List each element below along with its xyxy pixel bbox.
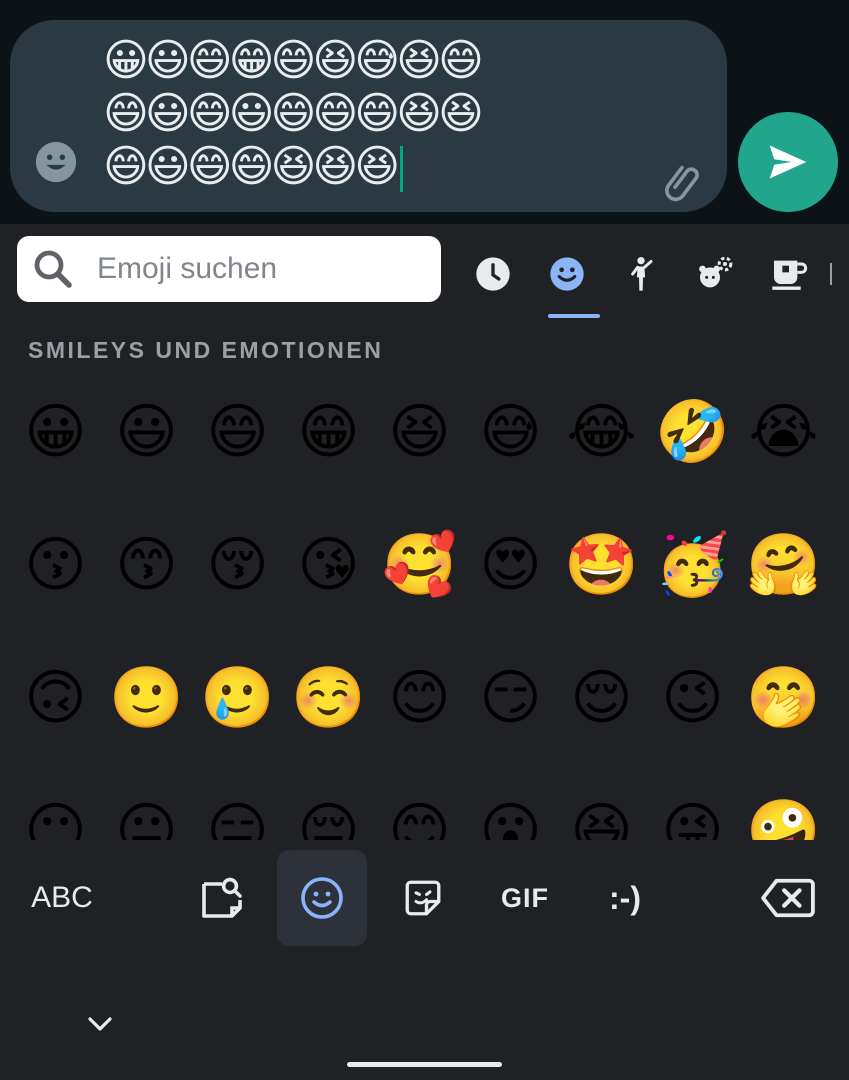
sticker-search-button[interactable] <box>190 850 254 946</box>
sticker-search-icon <box>202 877 242 918</box>
emoji-row: 😗 😙 😚 😘 🥰 😍 🤩 🥳 🤗 <box>10 517 840 650</box>
emoji-key[interactable]: 😜 <box>647 783 738 840</box>
emoji-key[interactable]: ☺️ <box>283 650 374 783</box>
emoji-key[interactable]: 😗 <box>10 517 101 650</box>
abc-keyboard-button[interactable]: ABC <box>22 850 102 946</box>
emoji-key[interactable]: 😭 <box>738 384 829 517</box>
text-caret <box>400 146 404 192</box>
emoji-key[interactable]: 🥰 <box>374 517 465 650</box>
section-title: SMILEYS UND EMOTIONEN <box>28 337 384 363</box>
emoji-category-tabs <box>456 234 832 318</box>
emoji-key[interactable]: 😊 <box>374 650 465 783</box>
tab-scroll-divider <box>830 263 832 285</box>
keyboard-toolbar: ABC GIF :-) <box>0 850 849 946</box>
emoji-key[interactable]: 😂 <box>556 384 647 517</box>
smiley-icon <box>35 141 77 183</box>
emoji-key[interactable]: 🙂 <box>101 650 192 783</box>
emoji-key[interactable]: 😚 <box>192 517 283 650</box>
emoji-keyboard-button[interactable] <box>277 850 367 946</box>
emoji-key[interactable]: 🙃 <box>10 650 101 783</box>
attach-button[interactable] <box>658 156 710 208</box>
emoji-key[interactable]: 😆 <box>374 384 465 517</box>
emoji-grid: 😀 😃 😄 😁 😆 😅 😂 🤣 😭 😗 😙 😚 😘 🥰 😍 🤩 🥳 🤗 🙃 🙂 <box>10 384 840 840</box>
emoji-key[interactable]: 😑 <box>192 783 283 840</box>
emoji-key[interactable]: 😌 <box>556 650 647 783</box>
emoji-key[interactable]: 🤭 <box>738 650 829 783</box>
tab-smileys[interactable] <box>530 237 604 318</box>
message-line: 😄😃😄😃😄😄😄😆😆 <box>103 88 484 139</box>
message-line: 😄😃😄😄😆😆😆 <box>103 141 400 192</box>
emoji-key[interactable]: 😮 <box>465 783 556 840</box>
emoji-row: 😀 😃 😄 😁 😆 😅 😂 🤣 😭 <box>10 384 840 517</box>
hide-keyboard-button[interactable] <box>80 1004 120 1044</box>
search-icon <box>34 250 72 288</box>
emoji-key[interactable]: 😙 <box>101 517 192 650</box>
emoji-search-box[interactable] <box>17 236 441 302</box>
emoji-key[interactable]: 😏 <box>465 650 556 783</box>
emoji-key[interactable]: 🤪 <box>738 783 829 840</box>
backspace-button[interactable] <box>756 850 820 946</box>
emoji-key[interactable]: 😍 <box>465 517 556 650</box>
emoji-row: 😶 😐 😑 😔 😊 😮 😆 😜 🤪 <box>10 783 840 840</box>
emoji-key[interactable]: 😁 <box>283 384 374 517</box>
emoji-key[interactable]: 🤣 <box>647 384 738 517</box>
backspace-icon <box>761 878 815 918</box>
chevron-down-icon <box>88 1017 112 1031</box>
sticker-icon <box>405 880 441 916</box>
emoji-search-input[interactable] <box>95 251 429 287</box>
tab-people[interactable] <box>604 237 678 311</box>
bear-flower-icon <box>699 256 733 288</box>
tab-recent[interactable] <box>456 237 530 311</box>
message-input[interactable]: 😀😃😄😁😄😆😅😆😄 😄😃😄😃😄😄😄😆😆 😄😃😄😄😆😆😆 <box>103 34 603 193</box>
emoji-key[interactable]: 😔 <box>283 783 374 840</box>
message-line: 😀😃😄😁😄😆😅😆😄 <box>103 35 484 86</box>
emoji-toggle-button[interactable] <box>32 138 80 186</box>
tab-food-drink[interactable] <box>752 237 826 311</box>
emoji-key[interactable]: 😐 <box>101 783 192 840</box>
send-button[interactable] <box>738 112 838 212</box>
emoji-key[interactable]: 😄 <box>192 384 283 517</box>
emoji-row: 🙃 🙂 🥲 ☺️ 😊 😏 😌 😉 🤭 <box>10 650 840 783</box>
cup-icon <box>772 260 808 290</box>
emoji-key[interactable]: 🥳 <box>647 517 738 650</box>
sticker-button[interactable] <box>394 850 452 946</box>
send-icon <box>769 145 807 179</box>
emoji-key[interactable]: 😘 <box>283 517 374 650</box>
emoji-key[interactable]: 😅 <box>465 384 556 517</box>
emoji-key[interactable]: 😶 <box>10 783 101 840</box>
emoji-key[interactable]: 😃 <box>101 384 192 517</box>
clock-icon <box>476 257 510 291</box>
emoji-key[interactable]: 😉 <box>647 650 738 783</box>
paperclip-icon <box>665 165 699 202</box>
smiley-icon <box>550 257 584 291</box>
emoji-key[interactable]: 🥲 <box>192 650 283 783</box>
tab-animals-nature[interactable] <box>678 237 752 311</box>
emoji-key[interactable]: 🤩 <box>556 517 647 650</box>
smiley-icon <box>301 877 343 919</box>
gif-button[interactable]: GIF <box>490 850 560 946</box>
home-indicator[interactable] <box>347 1062 502 1067</box>
emoji-keyboard: SMILEYS UND EMOTIONEN 😀 😃 😄 😁 😆 😅 😂 🤣 😭 … <box>0 224 849 1080</box>
emoji-key[interactable]: 😆 <box>556 783 647 840</box>
emoji-key[interactable]: 🤗 <box>738 517 829 650</box>
emoji-key[interactable]: 😊 <box>374 783 465 840</box>
emoticon-button[interactable]: :-) <box>590 850 660 946</box>
message-composer[interactable]: 😀😃😄😁😄😆😅😆😄 😄😃😄😃😄😄😄😆😆 😄😃😄😄😆😆😆 <box>10 20 727 212</box>
emoji-key[interactable]: 😀 <box>10 384 101 517</box>
person-icon <box>631 257 653 291</box>
